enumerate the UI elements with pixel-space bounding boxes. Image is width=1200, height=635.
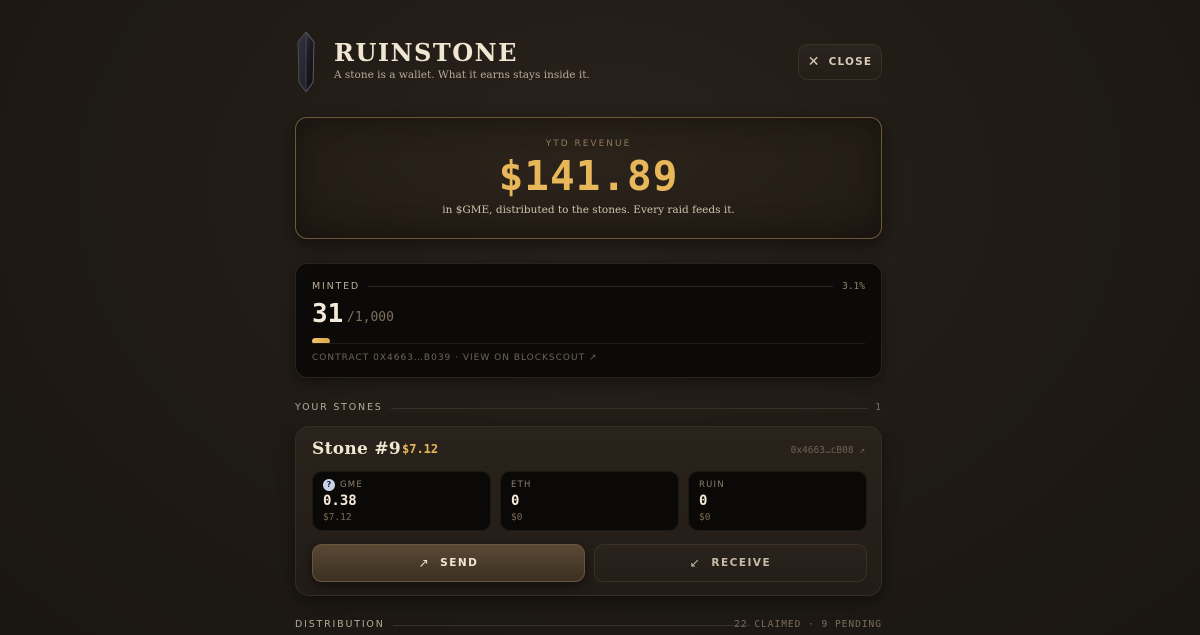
- gme-token-icon: ?: [323, 479, 335, 491]
- send-label: SEND: [440, 557, 479, 569]
- token-amount: 0: [699, 493, 708, 509]
- token-amount: 0: [511, 493, 520, 509]
- divider: [368, 286, 833, 287]
- minted-percent: 3.1%: [842, 281, 865, 292]
- brand-title: RUINSTONE: [334, 38, 518, 67]
- token-balance-eth: ETH 0 $0: [500, 471, 679, 531]
- token-symbol: ETH: [511, 480, 532, 490]
- distribution-status: 22 CLAIMED · 9 PENDING: [734, 619, 882, 630]
- token-usd: $0: [699, 512, 711, 523]
- token-balance-ruin: RUIN 0 $0: [688, 471, 867, 531]
- revenue-label: YTD REVENUE: [545, 139, 632, 149]
- close-label: CLOSE: [828, 56, 873, 68]
- token-balance-gme: ? GME 0.38 $7.12: [312, 471, 491, 531]
- section-label: DISTRIBUTION: [295, 619, 385, 630]
- mint-progress-fill: [312, 338, 330, 344]
- your-stones-heading: YOUR STONES 1: [295, 402, 882, 416]
- token-amount: 0.38: [323, 493, 357, 509]
- token-symbol: GME: [340, 480, 363, 490]
- stone-address-link[interactable]: 0x4663…cB08 ↗: [791, 445, 865, 456]
- close-button[interactable]: ✕ CLOSE: [798, 44, 882, 80]
- revenue-card: YTD REVENUE $141.89 in $GME, distributed…: [295, 117, 882, 239]
- minted-label: MINTED: [312, 281, 361, 292]
- revenue-value: $141.89: [498, 152, 679, 200]
- mint-progress-bar: [312, 338, 865, 344]
- stone-count: 1: [875, 402, 882, 413]
- stone-value: $7.12: [402, 442, 439, 456]
- contract-link[interactable]: CONTRACT 0X4663…B039 · VIEW ON BLOCKSCOU…: [312, 353, 598, 363]
- close-icon: ✕: [807, 54, 821, 70]
- receive-label: RECEIVE: [711, 557, 772, 569]
- stone-card: Stone #9 $7.12 0x4663…cB08 ↗ ? GME 0.38 …: [295, 426, 882, 596]
- minted-total: /1,000: [347, 310, 394, 325]
- arrow-down-left-icon: ↙: [689, 556, 702, 570]
- header: RUINSTONE A stone is a wallet. What it e…: [295, 30, 882, 100]
- crystal-icon: [297, 32, 315, 92]
- token-symbol: RUIN: [699, 480, 725, 490]
- stone-name: Stone #9: [312, 439, 402, 459]
- send-button[interactable]: ↗ SEND: [312, 544, 585, 582]
- section-label: YOUR STONES: [295, 402, 383, 413]
- minted-count: 31: [312, 299, 344, 329]
- distribution-heading: DISTRIBUTION 22 CLAIMED · 9 PENDING: [295, 619, 882, 633]
- receive-button[interactable]: ↙ RECEIVE: [594, 544, 867, 582]
- tagline: A stone is a wallet. What it earns stays…: [334, 69, 590, 81]
- revenue-subtitle: in $GME, distributed to the stones. Ever…: [442, 204, 735, 216]
- token-usd: $7.12: [323, 512, 352, 523]
- divider: [391, 408, 868, 409]
- arrow-up-right-icon: ↗: [418, 556, 431, 570]
- minted-card: MINTED 3.1% 31 /1,000 CONTRACT 0X4663…B0…: [295, 263, 882, 378]
- divider: [393, 625, 750, 626]
- token-usd: $0: [511, 512, 523, 523]
